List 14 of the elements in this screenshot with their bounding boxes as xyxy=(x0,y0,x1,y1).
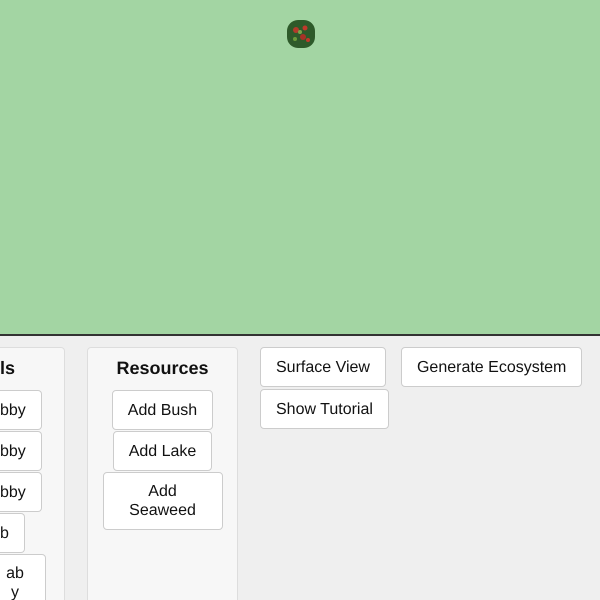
action-button[interactable]: Generate Ecosystem xyxy=(400,347,582,387)
panel-button[interactable]: bby xyxy=(0,431,42,471)
action-button[interactable]: Show Tutorial xyxy=(260,389,389,429)
panel-button[interactable]: ab y xyxy=(0,554,46,600)
panel-button[interactable]: b xyxy=(0,513,25,553)
panel-button[interactable]: bby xyxy=(0,472,42,512)
action-button[interactable]: Surface View xyxy=(260,347,386,387)
panel-button[interactable]: Add Seaweed xyxy=(102,472,222,530)
panel-button[interactable]: Add Bush xyxy=(112,390,214,430)
bush-drawing xyxy=(286,19,316,49)
panel-button[interactable]: Add Lake xyxy=(112,431,212,471)
panel-title: ls xyxy=(0,358,16,379)
panel-title: Resources xyxy=(116,358,209,379)
panel-button[interactable]: bby xyxy=(0,390,42,430)
